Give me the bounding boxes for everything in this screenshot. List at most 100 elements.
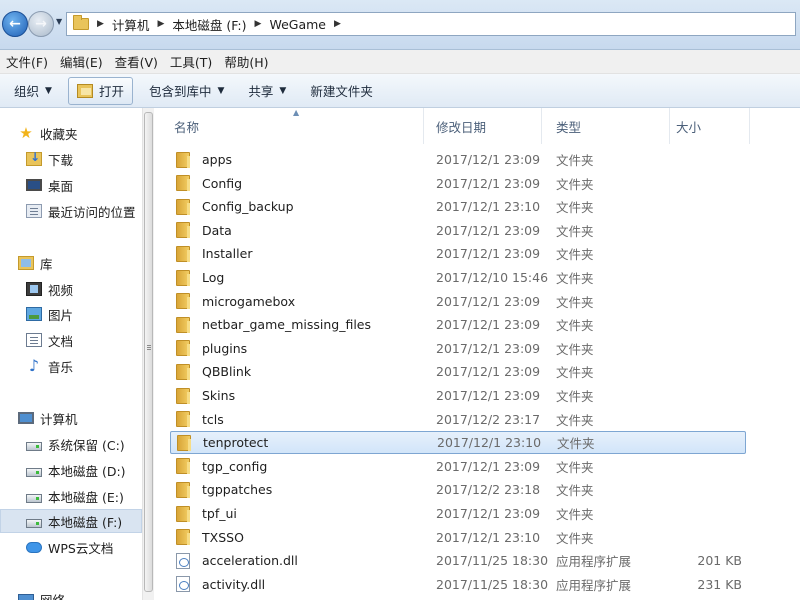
sidebar-item-computer[interactable]: 计算机 [0,406,142,430]
sidebar-item-recent-places[interactable]: 最近访问的位置 [0,199,142,223]
column-header-type[interactable]: 类型 [542,108,670,144]
file-name: activity.dll [202,576,266,592]
sidebar-item-libraries[interactable]: 库 [0,251,142,275]
table-row[interactable]: Installer 2017/12/1 23:09 文件夹 [170,242,746,265]
sidebar-item-label: 系统保留 (C:) [48,437,125,453]
column-header-name[interactable]: 名称 [160,108,424,144]
file-size: 231 KB [697,576,742,592]
table-row[interactable]: tcls 2017/12/2 23:17 文件夹 [170,408,746,431]
file-name-cell: tgppatches [176,481,272,498]
column-header-size[interactable]: 大小 [662,108,750,144]
breadcrumb-wegame[interactable]: WeGame [269,17,326,32]
file-type: 文件夹 [556,507,594,522]
sidebar-item-drive-c[interactable]: 系统保留 (C:) [0,432,142,456]
scrollbar-thumb[interactable] [144,112,153,592]
folder-icon [176,198,190,215]
table-row[interactable]: tpf_ui 2017/12/1 23:09 文件夹 [170,502,746,525]
table-row[interactable]: Config_backup 2017/12/1 23:10 文件夹 [170,195,746,218]
file-name-cell: apps [176,151,232,168]
include-in-library-button[interactable]: 包含到库中 ▼ [141,77,232,105]
document-icon [26,333,42,347]
file-modified-date: 2017/12/1 23:09 [436,152,541,167]
folder-icon [176,316,190,333]
sidebar-item-drive-f[interactable]: 本地磁盘 (F:) [0,509,142,533]
table-row[interactable]: Log 2017/12/10 15:46 文件夹 [170,266,746,289]
table-row[interactable]: Config 2017/12/1 23:09 文件夹 [170,172,746,195]
share-button[interactable]: 共享 ▼ [240,77,294,105]
back-button[interactable]: ← [2,11,28,37]
table-row[interactable]: tenprotect 2017/12/1 23:10 文件夹 [170,431,746,455]
table-row[interactable]: tgppatches 2017/12/2 23:18 文件夹 [170,478,746,501]
table-row[interactable]: netbar_game_missing_files 2017/12/1 23:09… [170,313,746,336]
sidebar-item-network[interactable]: 网络 [0,587,142,600]
file-name-cell: Config_backup [176,198,294,215]
table-row[interactable]: tgp_config 2017/12/1 23:09 文件夹 [170,455,746,478]
table-row[interactable]: acceleration.dll 2017/11/25 18:30 应用程序扩展 20… [170,549,746,572]
folder-icon [176,363,190,380]
sidebar-item-drive-d[interactable]: 本地磁盘 (D:) [0,458,142,482]
menu-file[interactable]: 文件(F) [6,52,48,71]
open-button[interactable]: 打开 [67,76,133,105]
desktop-icon [26,179,42,191]
forward-button[interactable]: → [28,11,54,37]
menu-view[interactable]: 查看(V) [115,52,158,71]
file-name-cell: QBBlink [176,363,251,380]
table-row[interactable]: plugins 2017/12/1 23:09 文件夹 [170,337,746,360]
sidebar-item-videos[interactable]: 视频 [0,277,142,301]
folder-icon [176,293,190,310]
table-row[interactable]: Data 2017/12/1 23:09 文件夹 [170,219,746,242]
file-name-cell: tenprotect [177,434,268,451]
file-name-cell: tcls [176,411,224,428]
file-modified-date: 2017/12/10 15:46 [436,270,549,285]
file-type: 文件夹 [556,365,594,381]
organize-label: 组织 [14,84,40,99]
chevron-right-icon[interactable]: ▶ [157,19,164,29]
file-name-cell: microgamebox [176,293,295,310]
breadcrumb-drive-f[interactable]: 本地磁盘 (F:) [172,15,246,34]
folder-icon [176,458,190,475]
network-icon [18,593,34,600]
sidebar-item-label: 本地磁盘 (D:) [48,463,126,479]
file-type: 文件夹 [556,247,594,263]
sidebar-item-wps-cloud[interactable]: WPS云文档 [0,535,142,559]
column-header-label: 修改日期 [436,119,487,135]
sidebar-item-music[interactable]: ♪ 音乐 [0,354,142,378]
table-row[interactable]: microgamebox 2017/12/1 23:09 文件夹 [170,290,746,313]
chevron-right-icon[interactable]: ▶ [334,19,341,29]
recent-pages-dropdown-icon[interactable]: ▼ [56,17,62,26]
table-row[interactable]: Skins 2017/12/1 23:09 文件夹 [170,384,746,407]
sidebar-item-pictures[interactable]: 图片 [0,302,142,326]
organize-button[interactable]: 组织 ▼ [6,77,60,105]
command-toolbar: 组织 ▼ 打开 包含到库中 ▼ 共享 ▼ 新建文件夹 [0,74,800,108]
navigation-scrollbar[interactable] [142,108,154,600]
menu-edit[interactable]: 编辑(E) [60,52,103,71]
chevron-right-icon[interactable]: ▶ [97,19,104,29]
sidebar-item-documents[interactable]: 文档 [0,328,142,352]
table-row[interactable]: apps 2017/12/1 23:09 文件夹 [170,148,746,171]
computer-icon [18,412,34,424]
file-type: 文件夹 [556,530,594,546]
new-folder-button[interactable]: 新建文件夹 [302,77,381,105]
folder-icon [176,505,190,522]
table-row[interactable]: TXSSO 2017/12/1 23:10 文件夹 [170,526,746,549]
file-type: 文件夹 [556,200,594,216]
breadcrumb-computer[interactable]: 计算机 [112,15,150,34]
sidebar-item-drive-e[interactable]: 本地磁盘 (E:) [0,484,142,508]
file-modified-date: 2017/12/1 23:09 [436,246,541,262]
file-name: TXSSO [202,529,244,545]
sidebar-item-label: 计算机 [40,411,78,427]
sidebar-item-downloads[interactable]: 下载 [0,147,142,171]
sidebar-item-label: 本地磁盘 (F:) [48,514,123,530]
file-name-cell: tpf_ui [176,505,237,522]
sidebar-item-desktop[interactable]: 桌面 [0,173,142,197]
address-box[interactable]: ▶ 计算机 ▶ 本地磁盘 (F:) ▶ WeGame ▶ [66,12,796,36]
sidebar-item-label: 收藏夹 [40,126,78,142]
menu-tools[interactable]: 工具(T) [170,52,212,71]
sidebar-item-favorites[interactable]: ★ 收藏夹 [0,121,142,145]
table-row[interactable]: activity.dll 2017/11/25 18:30 应用程序扩展 231 KB [170,573,746,596]
column-header-modified[interactable]: 修改日期 [422,108,542,144]
chevron-right-icon[interactable]: ▶ [255,19,262,29]
table-row[interactable]: QBBlink 2017/12/1 23:09 文件夹 [170,360,746,383]
sidebar-item-label: WPS云文档 [48,540,114,556]
menu-help[interactable]: 帮助(H) [224,52,268,71]
